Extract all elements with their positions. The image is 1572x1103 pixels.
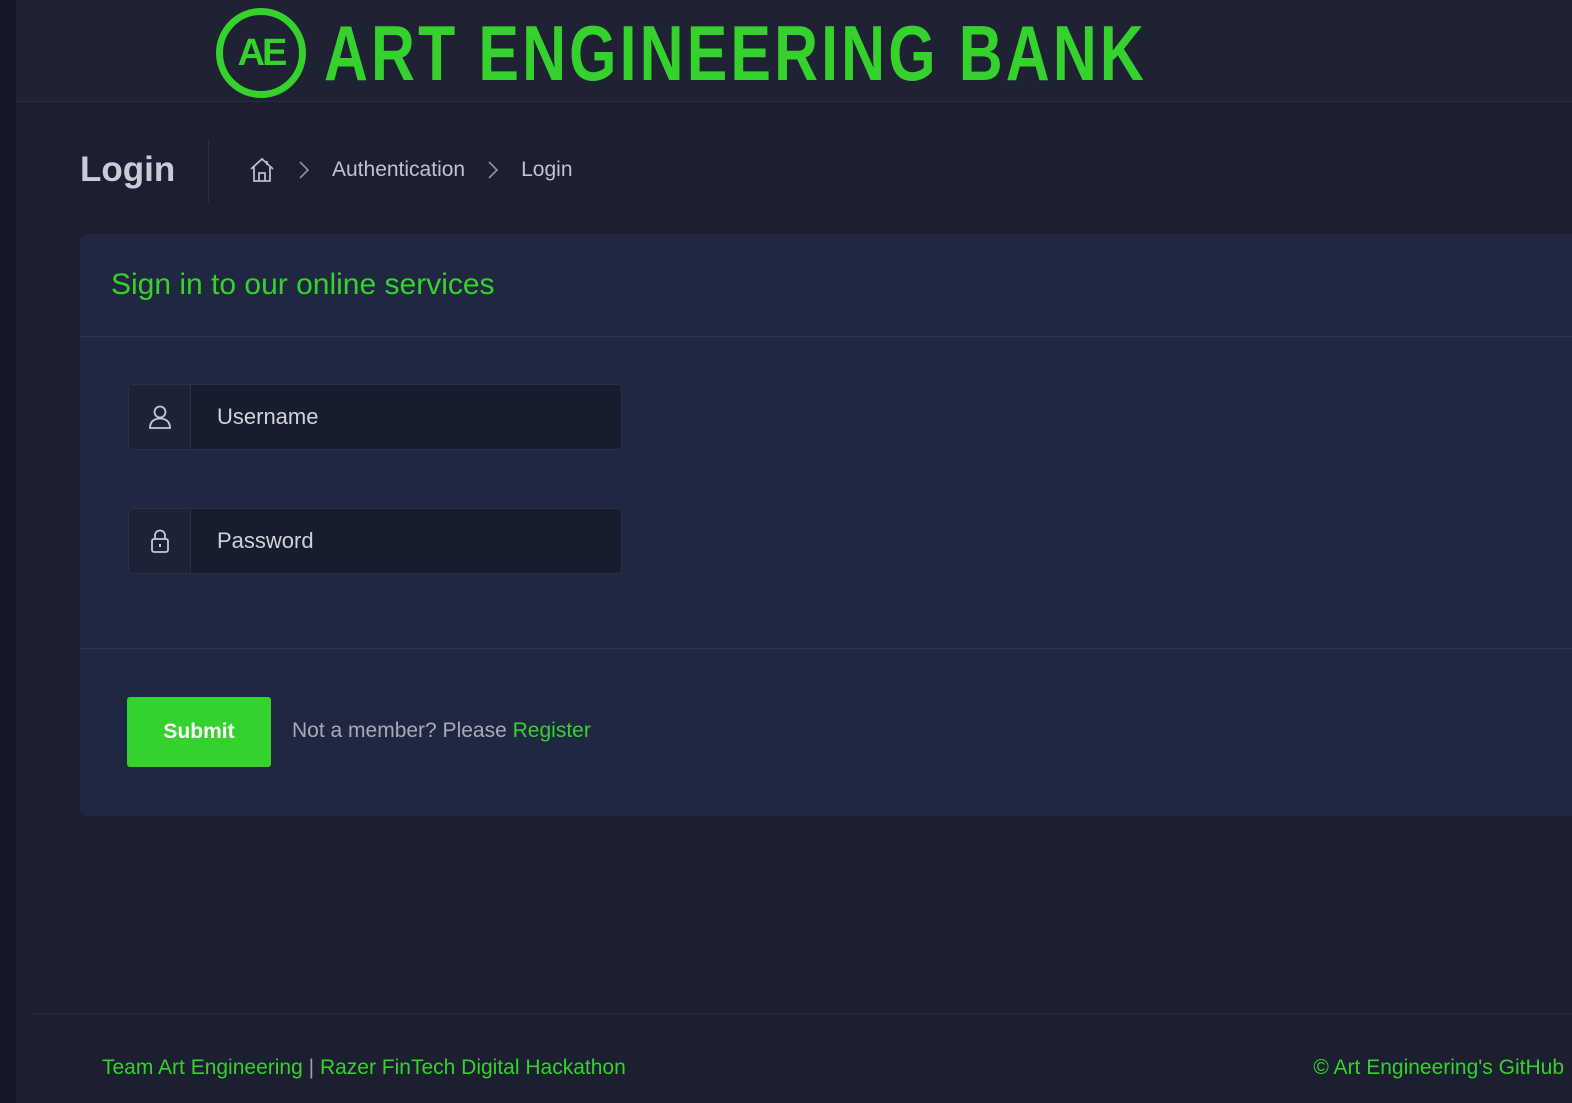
password-input-group [128,508,622,574]
card-body [80,337,1572,649]
header: AE ART ENGINEERING BANK [16,0,1572,102]
footer-team-link[interactable]: Team Art Engineering [102,1056,303,1079]
login-card: Sign in to our online services Username … [80,234,1572,816]
logo-badge: AE [216,8,306,98]
brand-logo[interactable]: AE ART ENGINEERING BANK [216,8,1379,98]
title-divider [208,140,209,202]
home-icon[interactable] [248,156,276,184]
breadcrumb: Authentication Login [248,156,573,184]
page-title: Login [80,150,176,189]
footer-separator: | [308,1056,315,1079]
user-icon [129,385,191,449]
page-title-row: Login Authentication Login [16,102,1572,234]
footer-hackathon-link[interactable]: Razer FinTech Digital Hackathon [320,1056,626,1079]
brand-name: ART ENGINEERING BANK [324,9,1147,97]
footer-github-link[interactable]: © Art Engineering's GitHub [1313,1056,1564,1080]
breadcrumb-item-login: Login [521,158,573,181]
page: AE ART ENGINEERING BANK Login Authentica… [16,0,1572,1103]
register-prompt-text: Not a member? Please [292,719,507,742]
lock-icon [129,509,191,573]
chevron-right-icon [487,160,499,180]
card-title: Sign in to our online services [111,268,495,301]
card-header: Sign in to our online services [80,234,1572,337]
username-input[interactable] [191,385,621,449]
card-footer: Submit Not a member? Please Register [80,649,1572,815]
username-input-group [128,384,622,450]
password-input[interactable] [191,509,621,573]
breadcrumb-item-authentication[interactable]: Authentication [332,158,465,182]
chevron-right-icon [298,160,310,180]
footer-credits: Team Art Engineering | Razer FinTech Dig… [102,1056,626,1080]
footer: Team Art Engineering | Razer FinTech Dig… [32,1013,1572,1103]
submit-button[interactable]: Submit [127,697,271,767]
register-prompt: Not a member? Please Register [292,719,591,743]
left-edge-strip [0,0,16,1103]
register-link[interactable]: Register [513,719,591,742]
